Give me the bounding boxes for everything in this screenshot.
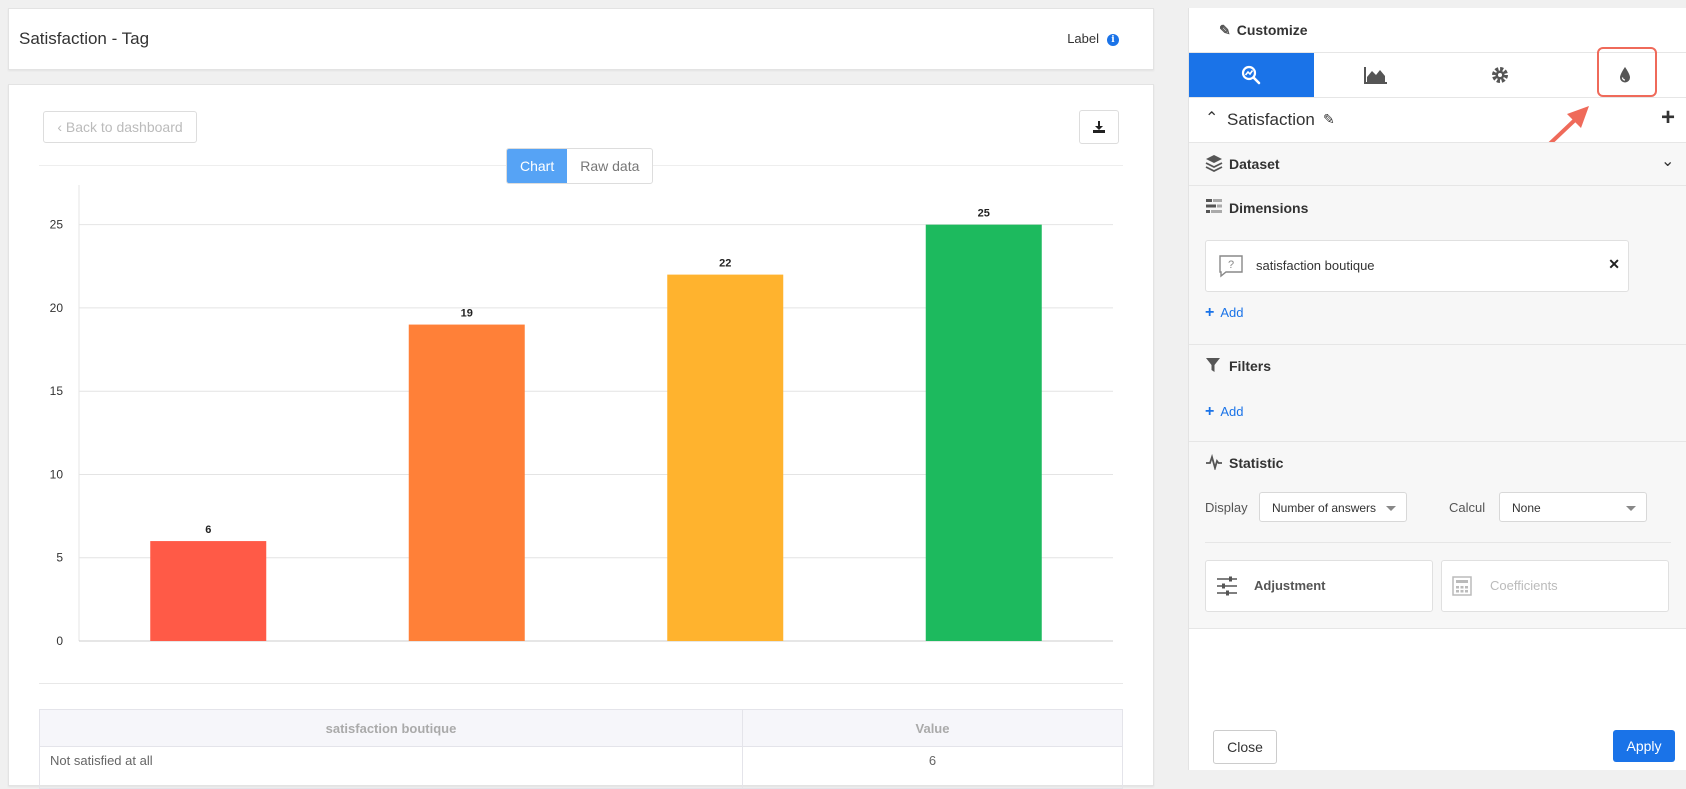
tab-settings[interactable] <box>1438 53 1563 97</box>
layers-icon <box>1205 154 1223 172</box>
caret-down-icon <box>1386 506 1396 511</box>
display-select-value: Number of answers <box>1272 501 1376 515</box>
calcul-select[interactable]: None <box>1499 492 1647 522</box>
panel-title: ✎ Customize <box>1219 22 1308 39</box>
y-tick-label: 0 <box>56 634 63 645</box>
add-dimension-link[interactable]: +Add <box>1205 304 1243 322</box>
chevron-down-icon[interactable]: ⌄ <box>1661 151 1674 171</box>
display-select[interactable]: Number of answers <box>1259 492 1407 522</box>
item-header: ⌃ Satisfaction ✎ + <box>1189 96 1686 143</box>
filters-label: Filters <box>1229 358 1271 374</box>
bar <box>926 225 1042 641</box>
chart-card: ‹ Back to dashboard Chart Raw data 05101… <box>8 84 1154 786</box>
page-title: Satisfaction - Tag <box>19 29 149 49</box>
divider <box>39 683 1123 684</box>
adjustment-button[interactable]: Adjustment <box>1205 560 1433 612</box>
bar <box>150 541 266 641</box>
magic-wand-icon: ✎ <box>1219 22 1231 38</box>
label-toggle[interactable]: Labeli <box>1067 31 1119 46</box>
y-tick-label: 15 <box>50 384 64 398</box>
label-toggle-text: Label <box>1067 31 1099 46</box>
remove-dimension-icon[interactable]: ✕ <box>1608 256 1620 273</box>
dataset-section[interactable]: Dataset ⌄ <box>1189 143 1686 186</box>
data-label: 19 <box>461 308 473 320</box>
calcul-label: Calcul <box>1449 500 1485 515</box>
bar <box>667 275 783 641</box>
pencil-icon[interactable]: ✎ <box>1323 111 1335 128</box>
y-tick-label: 25 <box>50 218 64 232</box>
add-dimension-label: Add <box>1220 305 1243 320</box>
svg-text:?: ? <box>1228 259 1234 271</box>
apply-button[interactable]: Apply <box>1613 730 1675 762</box>
y-tick-label: 5 <box>56 551 63 565</box>
table-cell-dimension: Not satisfied at all <box>40 747 743 789</box>
coefficients-label: Coefficients <box>1490 578 1558 593</box>
question-bubble-icon: ? <box>1218 254 1244 278</box>
display-label: Display <box>1205 500 1248 515</box>
dimensions-icon <box>1205 198 1223 214</box>
bar-chart: 05101520256Not satisfied at all19Satisfi… <box>9 85 1153 645</box>
data-label: 6 <box>205 524 211 536</box>
dimension-chip[interactable]: ? satisfaction boutique ✕ <box>1205 240 1629 292</box>
highlight-box <box>1597 47 1657 97</box>
table-cell-value: 6 <box>743 747 1123 789</box>
adjustment-label: Adjustment <box>1254 578 1326 593</box>
caret-down-icon <box>1626 506 1636 511</box>
area-chart-icon <box>1364 66 1388 84</box>
chart-header-card: Satisfaction - Tag Labeli <box>8 8 1154 70</box>
column-header-dimension: satisfaction boutique <box>40 710 743 747</box>
dimension-chip-label: satisfaction boutique <box>1256 258 1375 273</box>
raw-data-table: satisfaction boutique Value Not satisfie… <box>39 709 1123 789</box>
info-icon[interactable]: i <box>1107 34 1119 46</box>
tab-chart-type[interactable] <box>1314 53 1439 97</box>
gear-icon <box>1491 66 1509 84</box>
chevron-up-icon[interactable]: ⌃ <box>1205 108 1218 128</box>
filters-section: Filters +Add <box>1189 345 1686 442</box>
statistic-section: Statistic Display Number of answers Calc… <box>1189 442 1686 629</box>
panel-title-text: Customize <box>1237 22 1308 38</box>
dimensions-label: Dimensions <box>1229 200 1308 216</box>
add-item-icon[interactable]: + <box>1661 104 1675 132</box>
data-label: 25 <box>978 208 990 220</box>
calculator-icon <box>1452 576 1472 596</box>
item-name: Satisfaction <box>1227 110 1315 130</box>
y-tick-label: 10 <box>50 467 64 481</box>
add-filter-label: Add <box>1220 404 1243 419</box>
pulse-icon <box>1205 454 1223 470</box>
close-button[interactable]: Close <box>1213 730 1277 764</box>
customize-panel: ✎ Customize <box>1188 8 1686 770</box>
dimensions-section: Dimensions ? satisfaction boutique ✕ +Ad… <box>1189 186 1686 345</box>
calcul-select-value: None <box>1512 501 1541 515</box>
dataset-label: Dataset <box>1229 156 1280 172</box>
divider <box>1205 542 1671 543</box>
y-tick-label: 20 <box>50 301 64 315</box>
add-filter-link[interactable]: +Add <box>1205 403 1243 421</box>
search-chart-icon <box>1241 65 1261 85</box>
data-label: 22 <box>719 258 731 270</box>
table-row: Not satisfied at all 6 <box>40 747 1123 789</box>
column-header-value: Value <box>743 710 1123 747</box>
bar <box>409 325 525 641</box>
coefficients-button[interactable]: Coefficients <box>1441 560 1669 612</box>
statistic-label: Statistic <box>1229 455 1283 471</box>
sliders-icon <box>1216 576 1238 596</box>
tab-analysis[interactable] <box>1189 53 1314 97</box>
filter-icon <box>1205 357 1221 373</box>
